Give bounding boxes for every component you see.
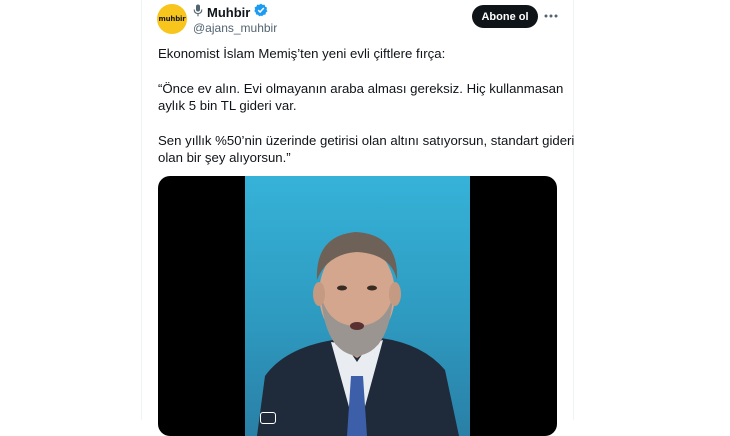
avatar-logo-text: muhbir [158,15,186,23]
tweet-text-line: olan bir şey alıyorsun.” [158,150,291,165]
author-name-row[interactable]: Muhbir [193,3,268,22]
tweet-text-line: “Önce ev alın. Evi olmayanın araba almas… [158,81,564,96]
tweet-text-line: Sen yıllık %50’nin üzerinde getirisi ola… [158,133,575,148]
author-name[interactable]: Muhbir [207,5,250,20]
tweet-text-line: aylık 5 bin TL gideri var. [158,98,297,113]
podcast-mic-icon [193,4,203,22]
video-frame[interactable] [245,176,470,436]
tweet-video[interactable] [158,176,557,436]
video-control-icon[interactable] [260,412,276,424]
tweet-text-line: Ekonomist İslam Memiş’ten yeni evli çift… [158,46,446,61]
author-handle[interactable]: @ajans_muhbir [193,21,277,35]
speaker-image [257,232,459,436]
more-horizontal-icon[interactable] [542,7,560,25]
follow-button[interactable]: Abone ol [472,5,538,28]
avatar[interactable]: muhbir [157,4,187,34]
verified-badge-icon [254,3,268,22]
